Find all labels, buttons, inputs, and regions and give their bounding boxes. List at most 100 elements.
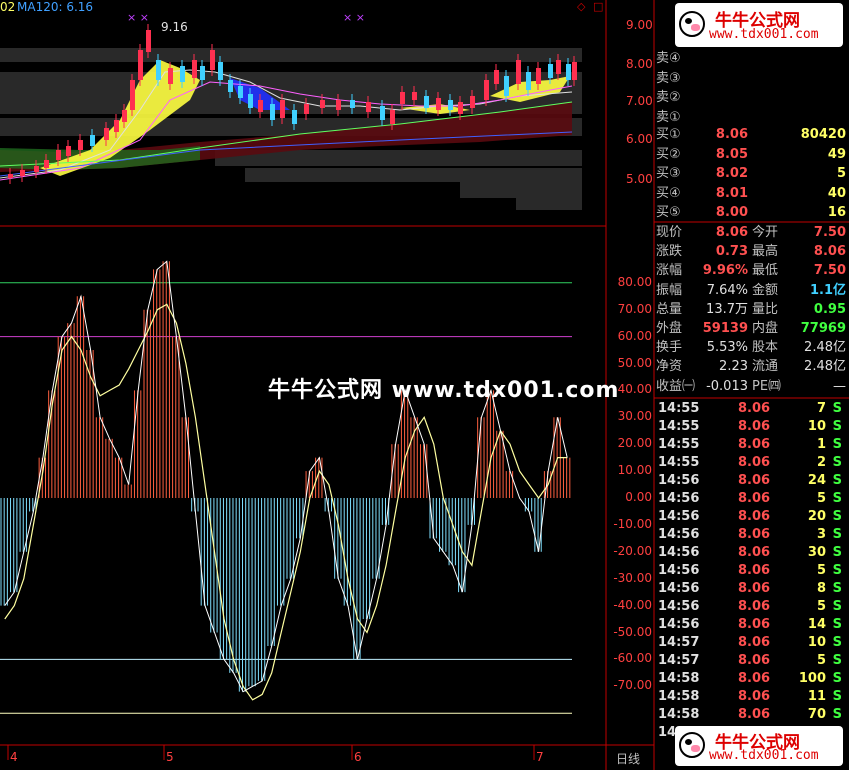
indicator-axis-tick: 0.00 — [625, 490, 652, 504]
sell-row[interactable]: 卖③ — [656, 70, 848, 88]
tick-side: S — [832, 527, 842, 542]
buy-row-volume: 5 — [836, 166, 846, 181]
tick-row: 14:56 8.06 5 S — [656, 490, 848, 508]
candle-body — [350, 100, 355, 108]
quote-label: 最高 — [752, 244, 779, 260]
tick-price: 8.06 — [738, 617, 771, 632]
buy-row[interactable]: 买① 8.06 80420 — [656, 126, 848, 144]
tick-time: 14:56 — [658, 473, 700, 488]
quote-label: 涨幅 — [656, 263, 683, 279]
indicator-axis-tick: -20.00 — [613, 543, 652, 558]
period-label[interactable]: 日线 — [616, 750, 640, 767]
tick-volume: 8 — [816, 581, 826, 596]
price-band — [516, 198, 582, 210]
close-icon[interactable]: □ — [593, 0, 603, 13]
indicator-axis-tick: -30.00 — [613, 570, 652, 585]
indicator-axis-tick: 70.00 — [617, 301, 652, 316]
indicator-axis-tick: -70.00 — [613, 678, 652, 693]
candle-body — [8, 174, 13, 178]
indicator-axis-tick: -60.00 — [613, 651, 652, 666]
date-axis-tick: 5 — [166, 750, 174, 764]
sell-row[interactable]: 卖① — [656, 109, 848, 127]
tick-side: S — [832, 545, 842, 560]
candle-body — [380, 106, 385, 120]
candle-body — [270, 104, 275, 120]
cow-logo-icon — [679, 732, 705, 758]
candle-body — [400, 92, 405, 104]
sell-row-label: 卖④ — [656, 51, 681, 66]
candle-body — [228, 80, 233, 92]
tick-price: 8.06 — [738, 527, 771, 542]
tick-row: 14:57 8.06 10 S — [656, 634, 848, 652]
candle-body — [504, 76, 509, 96]
indicator-axis-tick: 30.00 — [617, 409, 652, 424]
quote-label: 内盘 — [752, 321, 779, 336]
sell-row[interactable]: 卖② — [656, 89, 848, 107]
buy-row-volume: 40 — [827, 185, 846, 201]
candle-body — [200, 66, 205, 80]
buy-row[interactable]: 买③ 8.02 5 — [656, 165, 848, 183]
buy-row[interactable]: 买⑤ 8.00 16 — [656, 204, 848, 222]
candle-body — [104, 128, 109, 140]
peak-label: 9.16 — [161, 20, 188, 34]
badge-url: www.tdx001.com — [709, 748, 819, 763]
quote-row: 涨跌 0.73 最高 8.06 — [656, 243, 848, 261]
diamond-icon[interactable]: ◇ — [577, 0, 585, 13]
indicator-line — [4, 303, 568, 701]
buy-row[interactable]: 买④ 8.01 40 — [656, 185, 848, 203]
buy-row-label: 买③ — [656, 166, 681, 181]
quote-value: 1.1亿 — [809, 282, 846, 298]
quote-value: 0.95 — [813, 301, 846, 317]
tick-price: 8.06 — [738, 455, 771, 470]
tick-volume: 5 — [816, 599, 826, 614]
candle-body — [336, 100, 341, 110]
tick-volume: 100 — [798, 671, 826, 686]
quote-row: 净资 2.23 流通 2.48亿 — [656, 358, 848, 376]
quote-value: 59139 — [702, 321, 748, 336]
tick-side: S — [832, 563, 842, 578]
tick-row: 14:56 8.06 5 S — [656, 598, 848, 616]
buy-row-price: 8.02 — [715, 166, 748, 181]
watermark-text: 牛牛公式网 www.tdx001.com — [268, 378, 620, 403]
tick-price: 8.06 — [738, 419, 771, 434]
candle-body — [548, 64, 553, 78]
tick-time: 14:56 — [658, 545, 700, 560]
tick-side: S — [832, 401, 842, 416]
sell-row[interactable]: 卖④ — [656, 50, 848, 68]
tick-side: S — [832, 509, 842, 524]
tick-volume: 11 — [807, 689, 826, 704]
tick-price: 8.06 — [738, 707, 771, 722]
quote-row: 收益㈠ -0.013 PE㈣ — — [656, 378, 848, 396]
price-axis-tick: 6.00 — [626, 132, 653, 146]
candle-body — [180, 66, 185, 82]
tick-time: 14:56 — [658, 527, 700, 542]
tick-row: 14:56 8.06 24 S — [656, 472, 848, 490]
tick-time: 14:56 — [658, 581, 700, 596]
tick-volume: 5 — [816, 653, 826, 668]
quote-value: 2.48亿 — [804, 359, 846, 375]
indicator-line-white — [4, 260, 568, 693]
quote-label: 振幅 — [656, 282, 683, 298]
candle-body — [146, 30, 151, 52]
tick-volume: 10 — [807, 419, 826, 434]
tick-row: 14:56 8.06 30 S — [656, 544, 848, 562]
candle-body — [280, 100, 285, 118]
buy-row-price: 8.01 — [715, 185, 748, 201]
candle-body — [320, 100, 325, 108]
date-axis-tick: 4 — [10, 750, 18, 764]
tick-time: 14:58 — [658, 707, 700, 722]
indicator-axis-tick: 60.00 — [617, 328, 652, 343]
tick-volume: 10 — [807, 635, 826, 650]
tick-time: 14:58 — [658, 671, 700, 686]
price-axis-tick: 9.00 — [626, 18, 653, 32]
tick-row: 14:58 8.06 11 S — [656, 688, 848, 706]
candle-body — [536, 68, 541, 84]
quote-row: 涨幅 9.96% 最低 7.50 — [656, 262, 848, 280]
candle-body — [484, 80, 489, 100]
quote-row: 振幅 7.64% 金额 1.1亿 — [656, 282, 848, 300]
candle-body — [556, 60, 561, 74]
buy-row[interactable]: 买② 8.05 49 — [656, 146, 848, 164]
quote-value: 7.50 — [813, 225, 846, 240]
quote-value: 2.48亿 — [804, 340, 846, 356]
tick-side: S — [832, 635, 842, 650]
